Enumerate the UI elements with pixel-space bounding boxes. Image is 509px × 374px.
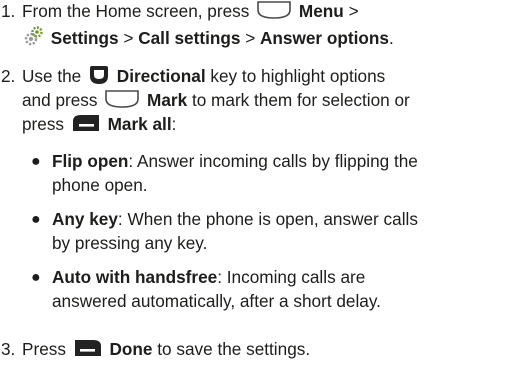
bullet-dot: ●	[31, 211, 41, 228]
directional-label: Directional	[116, 66, 206, 86]
center-key-icon	[105, 90, 140, 108]
step-number: 2.	[1, 66, 16, 86]
mark-all-label: Mark all	[107, 114, 172, 134]
bullet-line-2: phone open.	[52, 175, 148, 195]
answer-options-label: Answer options	[260, 28, 389, 48]
bullet-line-2: answered automatically, after a short de…	[52, 291, 381, 311]
menu-key-icon	[257, 1, 291, 19]
instructions-document: 1. From the Home screen, press Menu > Se…	[0, 0, 509, 374]
bullet-dot: ●	[31, 269, 41, 286]
step-2-line-2: and press Mark to mark them for selectio…	[22, 90, 410, 110]
step-3-line-1: Press Done to save the settings.	[22, 339, 311, 359]
menu-label: Menu	[298, 1, 344, 21]
settings-gear-icon	[24, 26, 43, 46]
bullet-term: Flip open	[52, 151, 129, 171]
settings-label: Settings	[50, 28, 119, 48]
step-1-line-1: From the Home screen, press Menu >	[22, 1, 359, 21]
bullet-dot: ●	[31, 153, 41, 170]
done-label: Done	[109, 339, 153, 359]
bullet-term: Any key	[52, 209, 118, 229]
bullet-line-1: Flip open: Answer incoming calls by flip…	[52, 151, 418, 171]
step-1-line-2: Settings > Call settings > Answer option…	[22, 25, 507, 50]
step-2-line-3: press Mark all:	[22, 114, 177, 134]
bullet-line-1: Auto with handsfree: Incoming calls are	[52, 267, 366, 287]
bullet-line-2: by pressing any key.	[52, 233, 208, 253]
bullet-term: Auto with handsfree	[52, 267, 218, 287]
left-softkey-icon	[72, 115, 99, 131]
directional-key-icon	[90, 66, 109, 84]
right-softkey-icon	[74, 340, 101, 356]
bullet-line-1: Any key: When the phone is open, answer …	[52, 209, 418, 229]
mark-label: Mark	[147, 90, 188, 110]
step-2-line-1: Use the Directional key to highlight opt…	[22, 66, 386, 86]
step-number: 3.	[1, 339, 16, 359]
step-number: 1.	[1, 1, 16, 21]
call-settings-label: Call settings	[138, 28, 241, 48]
